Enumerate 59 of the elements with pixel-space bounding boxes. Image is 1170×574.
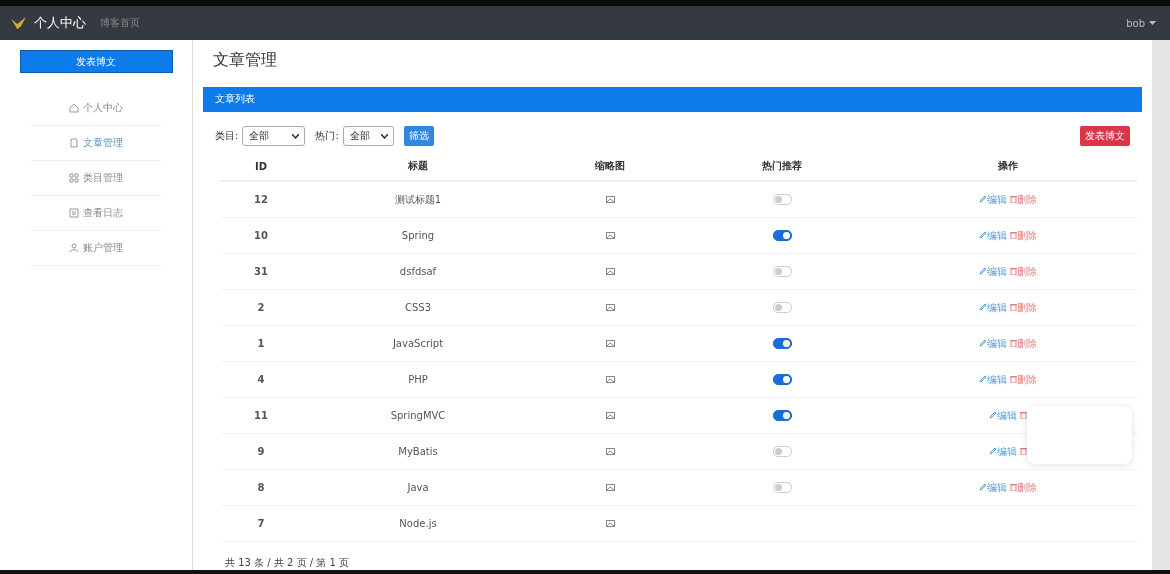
column-header: 操作 [878, 152, 1137, 181]
table-cell: MyBatis [302, 433, 534, 470]
table-cell: PHP [302, 361, 534, 398]
table-cell: 31 [220, 253, 302, 290]
edit-link[interactable]: 编辑 [978, 481, 1007, 493]
filter-select[interactable]: 全部 [242, 126, 306, 146]
table-cell: JavaScript [302, 325, 534, 362]
edit-link[interactable]: 编辑 [988, 409, 1017, 421]
sidebar-item[interactable]: 个人中心 [31, 91, 161, 126]
brand-link[interactable]: 个人中心 [34, 14, 86, 32]
sidebar-item[interactable]: 账户管理 [31, 231, 161, 266]
table-cell: 2 [220, 289, 302, 326]
new-post-button[interactable]: 发表博文 [1080, 126, 1130, 146]
page-title: 文章管理 [213, 50, 278, 71]
edit-link[interactable]: 编辑 [978, 193, 1007, 205]
table-cell: 11 [220, 397, 302, 434]
panel-header: 文章列表 [203, 86, 1142, 112]
table-cell: 7 [220, 505, 302, 542]
table-cell: 1 [220, 325, 302, 362]
delete-link[interactable]: 删除 [1009, 337, 1037, 349]
table-cell: Spring [302, 217, 534, 254]
table-cell: Node.js [302, 505, 534, 542]
column-header: 热门推荐 [686, 152, 878, 181]
table-cell: 8 [220, 469, 302, 506]
sidebar-item[interactable]: 类目管理 [31, 161, 161, 196]
pagination-info: 共 13 条 / 共 2 页 / 第 1 页 [224, 556, 350, 570]
delete-link[interactable]: 删除 [1009, 265, 1037, 277]
table-cell: dsfdsaf [302, 253, 534, 290]
sidebar-item[interactable]: 查看日志 [31, 196, 161, 231]
filter-label: 类目: [215, 129, 239, 143]
column-header: 缩略图 [534, 152, 686, 181]
table-cell: SpringMVC [302, 397, 534, 434]
delete-link[interactable]: 删除 [1009, 193, 1037, 205]
delete-link[interactable]: 删除 [1009, 373, 1037, 385]
delete-link[interactable]: 删除 [1009, 301, 1037, 313]
filter-label: 热门: [315, 129, 339, 143]
table-cell: 12 [220, 181, 302, 218]
column-header: ID [220, 152, 302, 181]
edit-link[interactable]: 编辑 [978, 265, 1007, 277]
nav-link[interactable]: 博客首页 [100, 16, 140, 30]
edit-link[interactable]: 编辑 [978, 337, 1007, 349]
edit-link[interactable]: 编辑 [978, 301, 1007, 313]
sidebar-item[interactable]: 文章管理 [31, 126, 161, 161]
delete-link[interactable]: 删除 [1009, 229, 1037, 241]
edit-link[interactable]: 编辑 [978, 373, 1007, 385]
user-menu[interactable]: bob [1126, 17, 1156, 29]
table-cell: 测试标题1 [302, 181, 534, 218]
table-cell: 9 [220, 433, 302, 470]
filter-button[interactable]: 筛选 [403, 126, 434, 146]
filter-select[interactable]: 全部 [342, 126, 394, 146]
edit-link[interactable]: 编辑 [988, 445, 1017, 457]
table-cell: 4 [220, 361, 302, 398]
table-cell: CSS3 [302, 289, 534, 326]
table-cell: 10 [220, 217, 302, 254]
column-header: 标题 [302, 152, 534, 181]
edit-link[interactable]: 编辑 [978, 229, 1007, 241]
table-cell: Java [302, 469, 534, 506]
new-post-button[interactable]: 发表博文 [19, 50, 173, 73]
delete-link[interactable]: 删除 [1009, 481, 1037, 493]
